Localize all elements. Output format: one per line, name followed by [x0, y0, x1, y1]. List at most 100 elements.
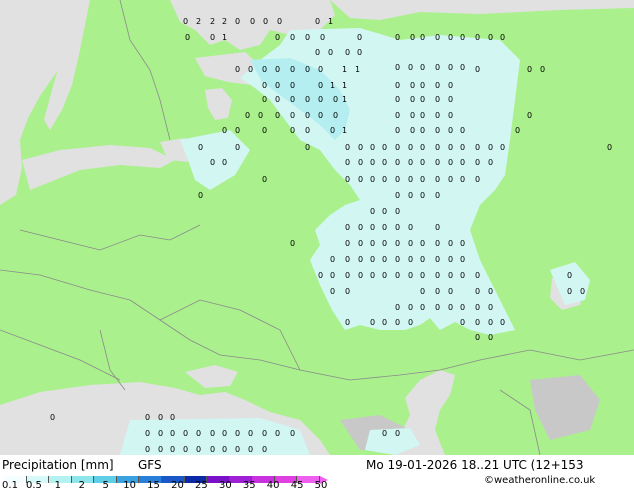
precip-value: 0 — [196, 429, 201, 438]
precip-value: 0 — [235, 429, 240, 438]
precip-value: 0 — [210, 429, 215, 438]
precip-value: 0 — [370, 158, 375, 167]
precip-value: 0 — [382, 223, 387, 232]
precip-value: 1 — [342, 81, 347, 90]
scale-label: 15 — [147, 480, 160, 491]
precip-value: 0 — [370, 271, 375, 280]
precip-value: 0 — [345, 287, 350, 296]
precip-value: 0 — [475, 175, 480, 184]
precip-value: 0 — [448, 271, 453, 280]
precip-value: 0 — [196, 445, 201, 454]
precip-value: 0 — [410, 111, 415, 120]
precip-value: 0 — [448, 287, 453, 296]
scale-label: 0.1 — [2, 480, 18, 491]
precip-value: 0 — [395, 158, 400, 167]
map-title: Precipitation [mm] — [2, 458, 114, 472]
precip-value: 0 — [420, 255, 425, 264]
precip-value: 0 — [262, 81, 267, 90]
precip-value: 0 — [330, 126, 335, 135]
precip-value: 0 — [488, 318, 493, 327]
precip-value: 0 — [435, 223, 440, 232]
precip-value: 0 — [275, 111, 280, 120]
precip-value: 0 — [540, 65, 545, 74]
precip-value: 0 — [500, 143, 505, 152]
precip-value: 0 — [395, 81, 400, 90]
precip-value: 0 — [435, 63, 440, 72]
precip-value: 0 — [420, 95, 425, 104]
precip-value: 0 — [290, 95, 295, 104]
precip-value: 0 — [222, 126, 227, 135]
precip-value: 1 — [355, 65, 360, 74]
precip-value: 0 — [435, 287, 440, 296]
precip-value: 0 — [50, 413, 55, 422]
precip-value: 0 — [420, 143, 425, 152]
precip-value: 0 — [448, 303, 453, 312]
precip-value: 0 — [420, 287, 425, 296]
precip-value: 0 — [305, 111, 310, 120]
precip-value: 0 — [435, 95, 440, 104]
precip-value: 0 — [370, 143, 375, 152]
precip-value: 0 — [382, 158, 387, 167]
precip-value: 0 — [370, 255, 375, 264]
precip-value: 0 — [420, 239, 425, 248]
precip-value: 0 — [448, 81, 453, 90]
precip-value: 0 — [262, 445, 267, 454]
precip-value: 0 — [475, 287, 480, 296]
precip-value: 0 — [185, 33, 190, 42]
precip-value: 0 — [475, 333, 480, 342]
precip-value: 0 — [318, 95, 323, 104]
precip-value: 0 — [408, 271, 413, 280]
precip-value: 0 — [448, 255, 453, 264]
precip-value: 0 — [448, 126, 453, 135]
precip-value: 0 — [475, 318, 480, 327]
precip-value: 0 — [408, 191, 413, 200]
precip-value: 0 — [420, 271, 425, 280]
precip-value: 0 — [318, 65, 323, 74]
precip-value: 0 — [305, 143, 310, 152]
precip-value: 0 — [382, 175, 387, 184]
precip-value: 0 — [475, 143, 480, 152]
precip-value: 0 — [382, 239, 387, 248]
precip-value: 0 — [395, 111, 400, 120]
precip-value: 0 — [395, 33, 400, 42]
precip-value: 0 — [248, 445, 253, 454]
precip-value: 0 — [435, 81, 440, 90]
scale-label: 20 — [171, 480, 184, 491]
model-name: GFS — [138, 458, 162, 472]
precip-value: 0 — [448, 33, 453, 42]
precip-value: 0 — [395, 271, 400, 280]
precip-value: 0 — [435, 33, 440, 42]
precip-value: 0 — [395, 255, 400, 264]
precip-value: 0 — [488, 287, 493, 296]
precip-value: 0 — [408, 318, 413, 327]
precip-value: 0 — [435, 111, 440, 120]
precip-value: 0 — [210, 158, 215, 167]
precip-value: 0 — [248, 429, 253, 438]
scale-label: 2 — [78, 480, 85, 491]
precip-value: 0 — [263, 17, 268, 26]
precip-value: 0 — [460, 318, 465, 327]
precip-value: 0 — [275, 65, 280, 74]
precip-value: 0 — [460, 63, 465, 72]
precip-value: 0 — [345, 143, 350, 152]
precip-value: 2 — [196, 17, 201, 26]
precip-value: 0 — [410, 81, 415, 90]
precip-value: 0 — [370, 175, 375, 184]
precip-value: 0 — [448, 63, 453, 72]
precip-value: 0 — [235, 143, 240, 152]
precip-value: 0 — [222, 429, 227, 438]
precip-value: 0 — [275, 429, 280, 438]
precip-value: 0 — [170, 413, 175, 422]
precip-value: 0 — [488, 33, 493, 42]
precip-value: 0 — [290, 239, 295, 248]
precip-value: 0 — [435, 175, 440, 184]
precip-value: 0 — [290, 126, 295, 135]
precip-value: 0 — [235, 126, 240, 135]
precip-value: 0 — [235, 17, 240, 26]
precip-value: 1 — [342, 126, 347, 135]
precip-value: 0 — [305, 126, 310, 135]
precip-value: 0 — [330, 287, 335, 296]
precip-value: 0 — [275, 33, 280, 42]
precip-value: 0 — [448, 158, 453, 167]
precip-value: 0 — [420, 63, 425, 72]
